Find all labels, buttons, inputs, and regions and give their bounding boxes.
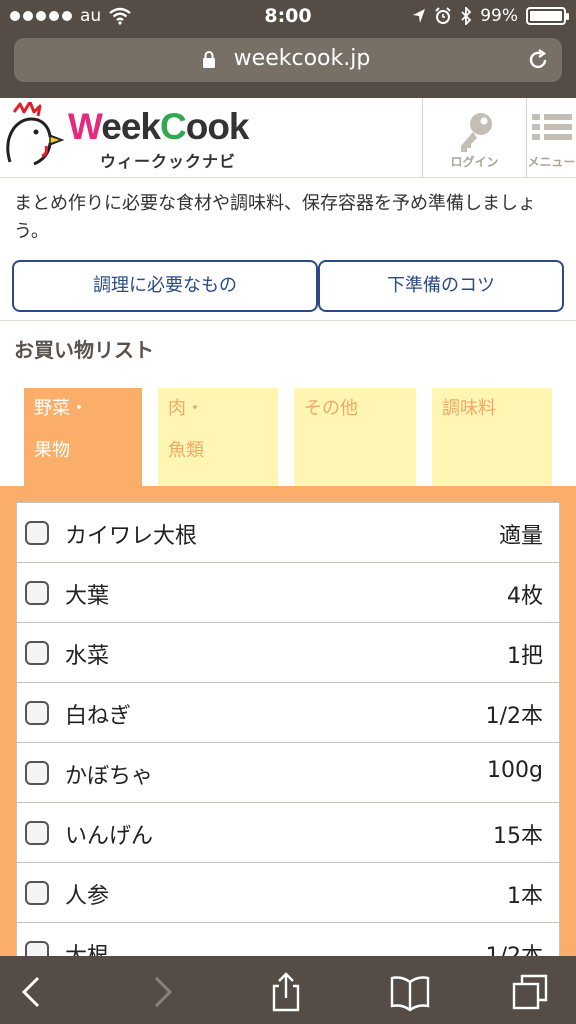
hamburger-menu-icon xyxy=(531,114,572,140)
list-item[interactable]: カイワレ大根 適量 xyxy=(17,503,559,563)
item-checkbox[interactable] xyxy=(25,581,49,605)
item-name: 水菜 xyxy=(65,644,110,669)
logo-subtitle: ウィークックナビ xyxy=(100,152,237,171)
item-checkbox[interactable] xyxy=(25,521,49,545)
browser-toolbar xyxy=(0,956,576,1024)
alarm-icon xyxy=(435,7,451,24)
item-checkbox[interactable] xyxy=(25,881,49,905)
intro-text: まとめ作りに必要な食材や調味料、保存容器を予め準備しましょう。 xyxy=(14,193,536,242)
logo-letter-w: W xyxy=(68,106,102,147)
battery-percent: 99% xyxy=(480,6,518,26)
key-icon xyxy=(460,113,492,152)
tab-vegetables-fruits[interactable]: 野菜・ 果物 xyxy=(24,388,142,486)
list-item[interactable]: 水菜 1把 xyxy=(17,623,559,683)
item-checkbox[interactable] xyxy=(25,641,49,665)
item-name: 白ねぎ xyxy=(65,704,132,729)
item-quantity: 4枚 xyxy=(507,584,543,609)
tab-meat-fish[interactable]: 肉・ 魚類 xyxy=(158,388,278,486)
bookmarks-icon[interactable] xyxy=(390,972,430,1012)
address-bar[interactable]: weekcook.jp xyxy=(14,38,562,82)
item-name: 大葉 xyxy=(65,584,110,609)
tab-label-line1: 野菜・ xyxy=(34,398,88,419)
list-item[interactable]: かぼちゃ 100g xyxy=(17,743,559,803)
url-text: weekcook.jp xyxy=(233,46,371,71)
logo-letter-c: C xyxy=(160,106,187,147)
needed-items-button[interactable]: 調理に必要なもの xyxy=(12,260,318,312)
item-name: かぼちゃ xyxy=(65,764,154,789)
tab-other[interactable]: その他 xyxy=(294,388,416,486)
logo-wordmark: WeekCook xyxy=(68,106,250,148)
item-quantity: 1把 xyxy=(507,644,543,669)
item-quantity: 100g xyxy=(487,758,543,783)
site-header: WeekCook ウィークックナビ ログイン メニュー xyxy=(0,98,576,178)
share-icon[interactable] xyxy=(266,972,306,1012)
tab-label-line1: その他 xyxy=(304,398,358,419)
tabs-icon[interactable] xyxy=(510,972,550,1012)
item-name: カイワレ大根 xyxy=(65,524,198,549)
bluetooth-icon xyxy=(461,7,472,25)
list-item[interactable]: いんげん 15本 xyxy=(17,803,559,863)
status-bar: au 8:00 99% xyxy=(0,0,576,34)
shopping-list-title: お買い物リスト xyxy=(14,338,154,362)
item-quantity: 1本 xyxy=(507,884,543,909)
reload-icon[interactable] xyxy=(526,48,550,72)
tab-label-line2: 果物 xyxy=(34,440,70,461)
item-quantity: 15本 xyxy=(493,824,543,849)
item-checkbox[interactable] xyxy=(25,821,49,845)
shopping-list: カイワレ大根 適量 大葉 4枚 水菜 1把 白ねぎ 1/2本 かぼちゃ 100g いんげん… xyxy=(16,502,560,984)
site-logo[interactable]: WeekCook ウィークックナビ xyxy=(0,98,280,178)
item-checkbox[interactable] xyxy=(25,701,49,725)
item-checkbox[interactable] xyxy=(25,761,49,785)
logo-text-ook: ook xyxy=(185,106,250,147)
tab-label-line2: 魚類 xyxy=(168,440,204,461)
browser-chrome-top: au 8:00 99% weekcook.jp xyxy=(0,0,576,98)
back-icon[interactable] xyxy=(14,972,54,1012)
item-name: 人参 xyxy=(65,884,110,909)
logo-text-eek: eek xyxy=(101,106,161,147)
list-item[interactable]: 大葉 4枚 xyxy=(17,563,559,623)
list-item[interactable]: 白ねぎ 1/2本 xyxy=(17,683,559,743)
tab-label-line1: 調味料 xyxy=(442,398,496,419)
list-item[interactable]: 人参 1本 xyxy=(17,863,559,923)
section-divider xyxy=(0,320,576,321)
prep-tips-button[interactable]: 下準備のコツ xyxy=(318,260,564,312)
item-quantity: 適量 xyxy=(498,524,543,549)
shopping-list-panel: カイワレ大根 適量 大葉 4枚 水菜 1把 白ねぎ 1/2本 かぼちゃ 100g いんげん… xyxy=(0,486,576,984)
login-label: ログイン xyxy=(450,155,499,169)
item-quantity: 1/2本 xyxy=(485,704,543,729)
menu-label: メニュー xyxy=(527,155,576,169)
item-name: いんげん xyxy=(65,824,154,849)
menu-button[interactable]: メニュー xyxy=(526,98,576,178)
battery-icon xyxy=(526,7,569,25)
login-button[interactable]: ログイン xyxy=(422,98,526,178)
tab-seasonings[interactable]: 調味料 xyxy=(432,388,552,486)
forward-icon[interactable] xyxy=(140,972,180,1012)
intro-section: まとめ作りに必要な食材や調味料、保存容器を予め準備しましょう。 調理に必要なもの… xyxy=(0,178,576,320)
location-arrow-icon xyxy=(413,9,426,23)
rooster-logo-icon xyxy=(6,102,65,166)
tab-label-line1: 肉・ xyxy=(168,398,204,419)
